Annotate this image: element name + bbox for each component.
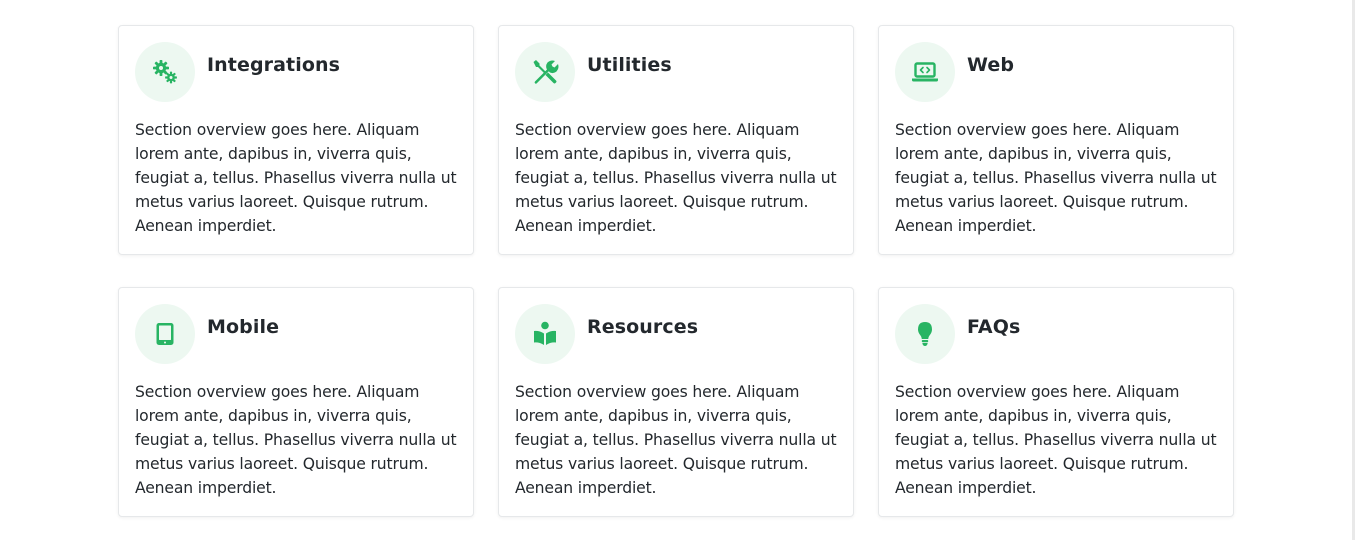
card-title: Integrations (207, 54, 341, 76)
icon-badge (895, 304, 955, 364)
section-card-mobile[interactable]: Mobile Section overview goes here. Aliqu… (118, 287, 474, 517)
card-text: Section overview goes here. Aliquam lore… (515, 383, 837, 497)
section-card-integrations[interactable]: Integrations Section overview goes here.… (118, 25, 474, 255)
card-title: Resources (587, 316, 699, 338)
card-text: Section overview goes here. Aliquam lore… (895, 121, 1217, 235)
card-header: Utilities (515, 42, 837, 102)
section-card-utilities[interactable]: Utilities Section overview goes here. Al… (498, 25, 854, 255)
card-title: Mobile (207, 316, 280, 338)
card-text: Section overview goes here. Aliquam lore… (515, 121, 837, 235)
lightbulb-icon (918, 322, 932, 346)
page: Integrations Section overview goes here.… (0, 0, 1355, 540)
card-header: Integrations (135, 42, 457, 102)
cogs-icon (153, 60, 177, 84)
sections-grid: Integrations Section overview goes here.… (118, 25, 1234, 517)
icon-badge (515, 304, 575, 364)
book-reader-icon (534, 321, 556, 345)
card-text: Section overview goes here. Aliquam lore… (135, 383, 457, 497)
card-title: FAQs (967, 316, 1021, 338)
icon-badge (515, 42, 575, 102)
laptop-code-icon (912, 62, 938, 82)
section-card-resources[interactable]: Resources Section overview goes here. Al… (498, 287, 854, 517)
section-card-web[interactable]: Web Section overview goes here. Aliquam … (878, 25, 1234, 255)
card-header: Resources (515, 304, 837, 364)
card-title: Utilities (587, 54, 672, 76)
icon-badge (135, 42, 195, 102)
card-header: FAQs (895, 304, 1217, 364)
card-header: Web (895, 42, 1217, 102)
card-header: Mobile (135, 304, 457, 364)
card-title: Web (967, 54, 1015, 76)
tablet-icon (156, 323, 174, 345)
icon-badge (895, 42, 955, 102)
section-card-faqs[interactable]: FAQs Section overview goes here. Aliquam… (878, 287, 1234, 517)
icon-badge (135, 304, 195, 364)
tools-icon (533, 60, 559, 84)
card-text: Section overview goes here. Aliquam lore… (895, 383, 1217, 497)
card-text: Section overview goes here. Aliquam lore… (135, 121, 457, 235)
